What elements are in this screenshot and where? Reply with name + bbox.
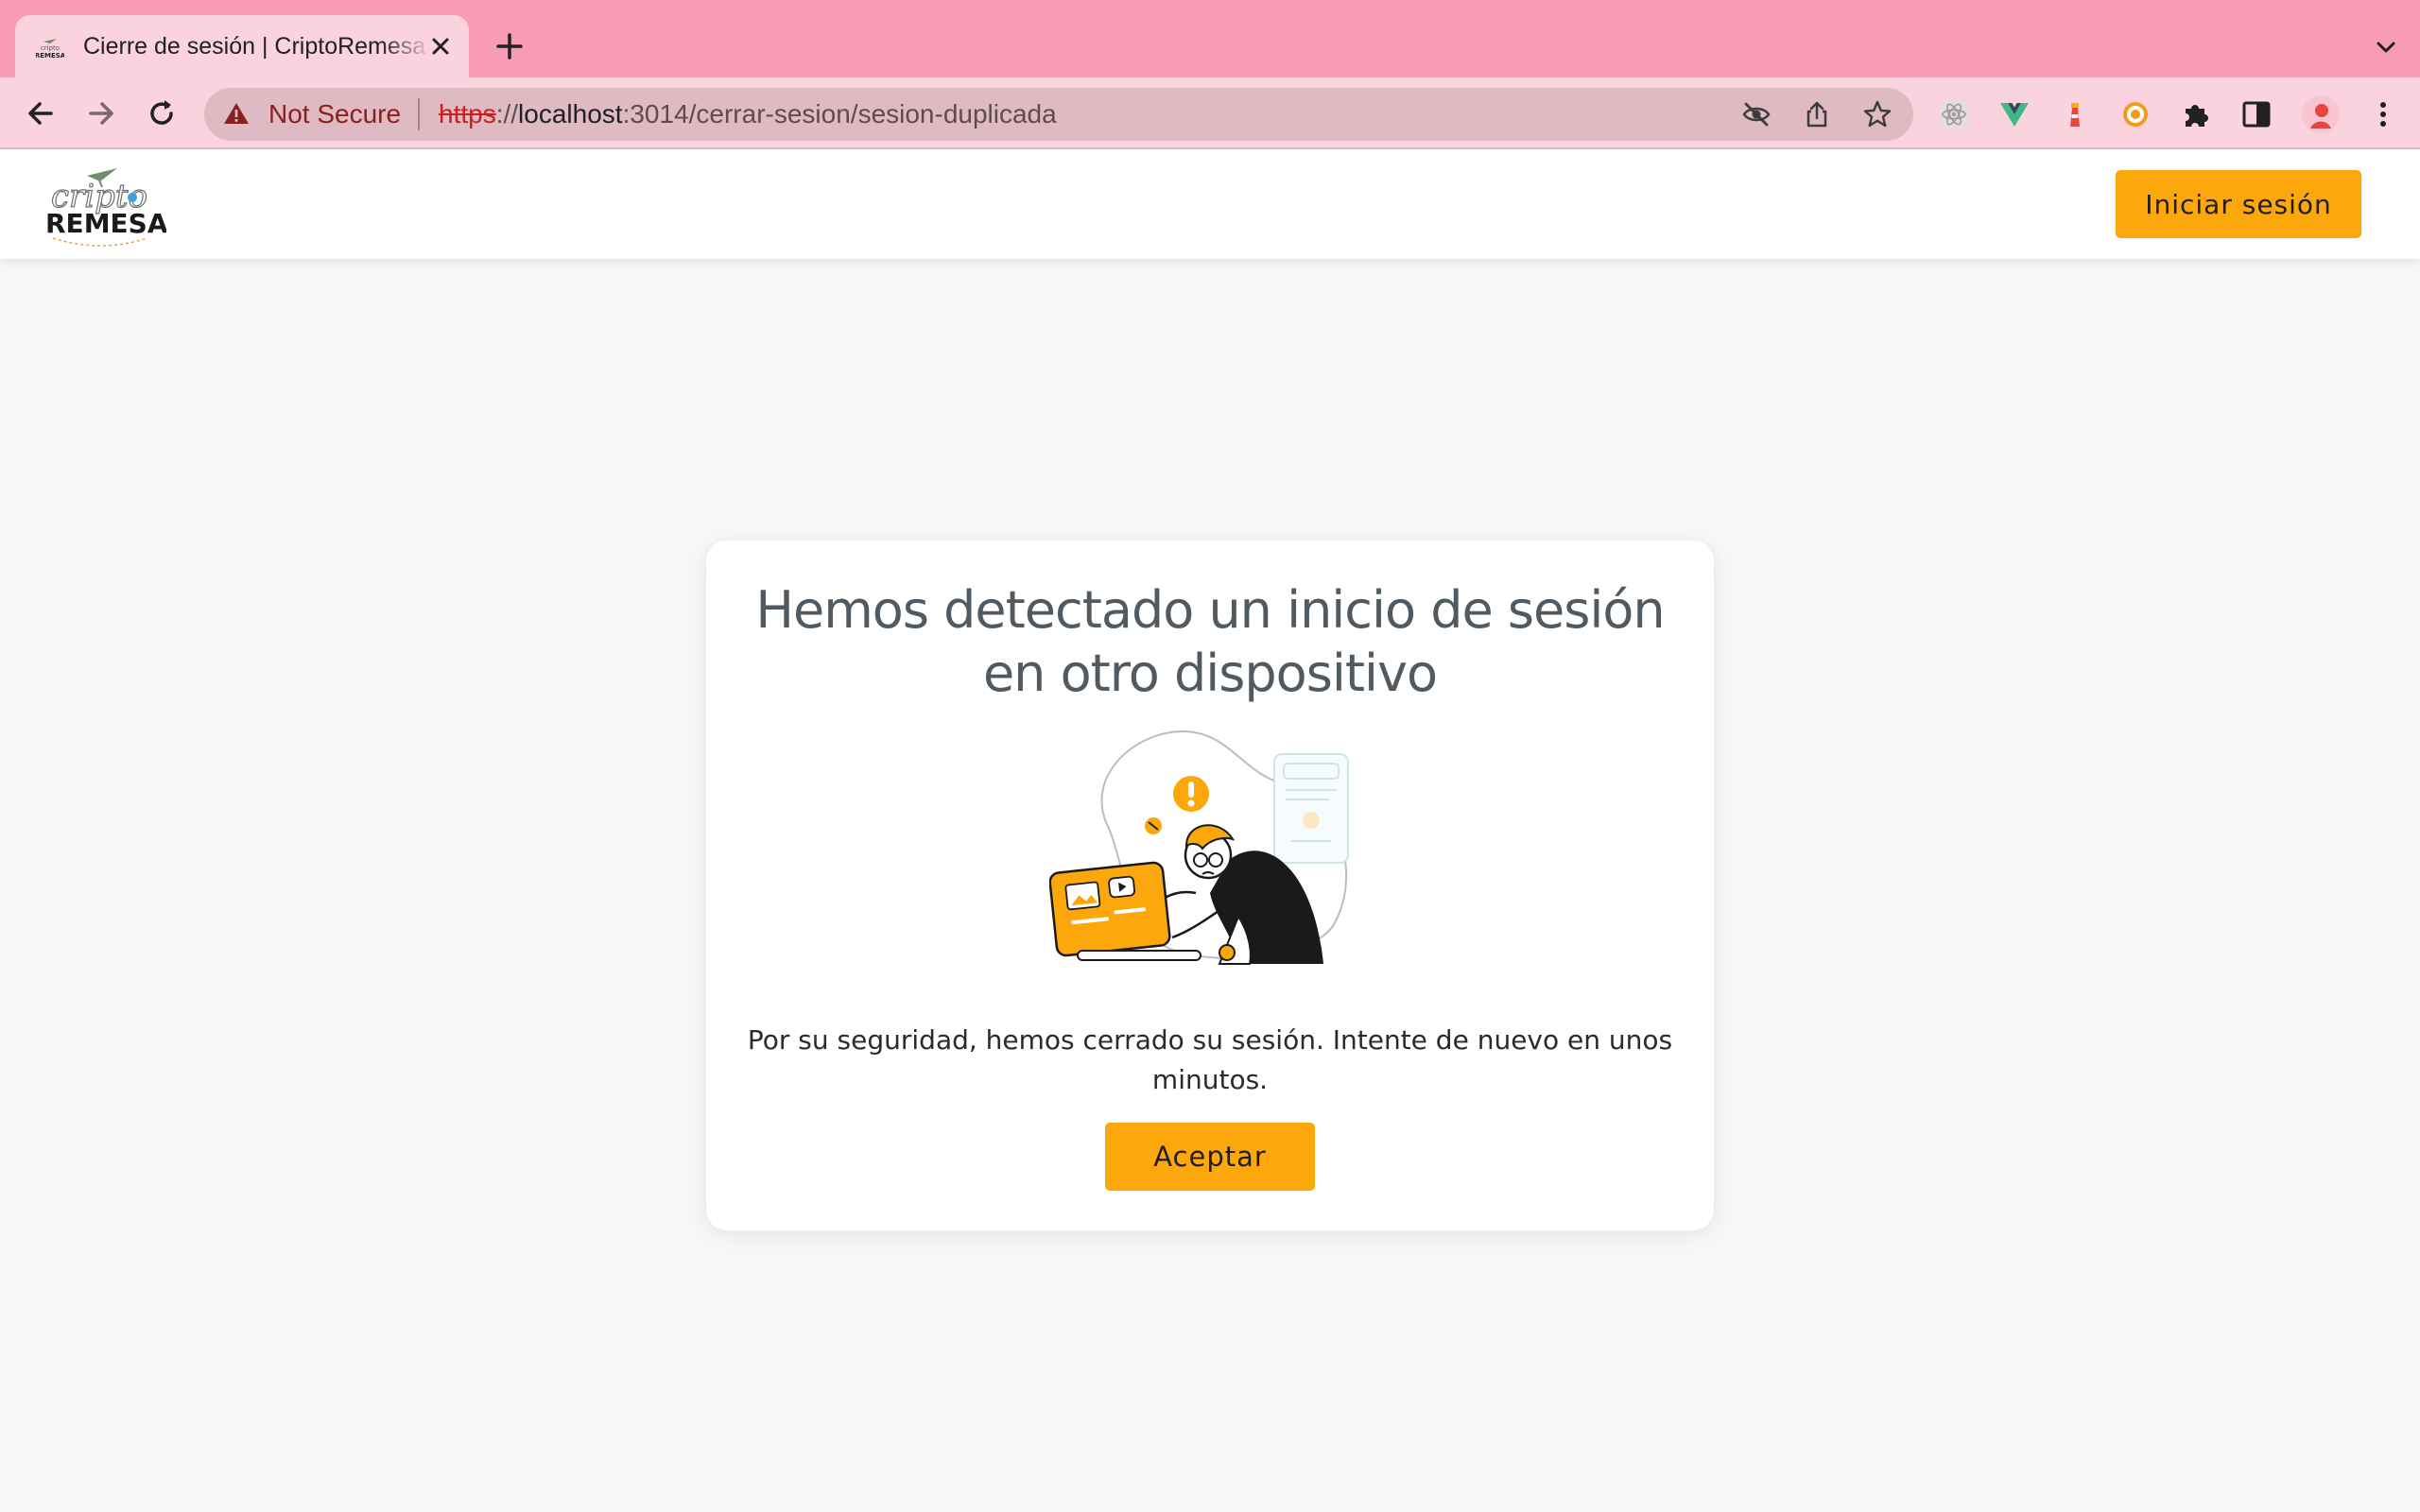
browser-toolbar: Not Secure https://localhost:3014/cerrar… — [0, 77, 2420, 149]
svg-text:REMESA: REMESA — [36, 52, 64, 60]
app-header: cripto REMESA Iniciar sesión — [0, 149, 2420, 259]
share-icon[interactable] — [1802, 99, 1832, 129]
url-text[interactable]: https://localhost:3014/cerrar-sesion/ses… — [439, 99, 1057, 129]
card-title-line-1: Hemos detectado un inicio de sesión — [755, 580, 1665, 640]
warning-icon[interactable] — [223, 101, 250, 126]
url-path: :3014/cerrar-sesion/sesion-duplicada — [622, 99, 1057, 129]
url-separator: :// — [495, 99, 519, 129]
back-icon[interactable] — [23, 95, 59, 131]
menu-dots-icon[interactable] — [2367, 98, 2399, 130]
svg-text:cripto: cripto — [41, 44, 60, 52]
logo-word-bottom: REMESA — [45, 208, 166, 239]
profile-avatar[interactable] — [2301, 94, 2341, 134]
favicon-icon: cripto REMESA — [36, 39, 64, 60]
vue-devtools-icon[interactable] — [1998, 98, 2031, 130]
chevron-down-icon[interactable] — [2373, 34, 2399, 60]
duplicate-session-illustration — [1049, 730, 1349, 965]
login-button[interactable]: Iniciar sesión — [2116, 170, 2361, 238]
lighthouse-icon[interactable] — [2059, 98, 2091, 130]
omnibox-divider — [418, 98, 420, 130]
extension-target-icon[interactable] — [2119, 98, 2152, 130]
reload-icon[interactable] — [144, 95, 180, 131]
browser-tabstrip: cripto REMESA Cierre de sesión | CriptoR… — [0, 0, 2420, 77]
security-label[interactable]: Not Secure — [268, 99, 401, 129]
url-scheme: https — [439, 99, 496, 129]
star-icon[interactable] — [1862, 99, 1893, 129]
browser-tab[interactable]: cripto REMESA Cierre de sesión | CriptoR… — [15, 15, 469, 77]
card-title-line-2: en otro dispositivo — [982, 644, 1438, 703]
react-devtools-icon[interactable] — [1938, 98, 1970, 130]
close-icon[interactable] — [425, 31, 456, 61]
accept-button[interactable]: Aceptar — [1105, 1123, 1315, 1191]
puzzle-icon[interactable] — [2180, 98, 2212, 130]
url-host: localhost — [518, 99, 623, 129]
criptoremesa-logo[interactable]: cripto REMESA — [43, 159, 166, 249]
card-message-line-2: minutos. — [1151, 1064, 1269, 1095]
card-title: Hemos detectado un inicio de sesión en o… — [725, 578, 1695, 705]
tab-title: Cierre de sesión | CriptoRemesa — [83, 33, 426, 60]
address-bar[interactable]: Not Secure https://localhost:3014/cerrar… — [204, 88, 1913, 141]
card-message: Por su seguridad, hemos cerrado su sesió… — [735, 1021, 1685, 1100]
card-message-line-1: Por su seguridad, hemos cerrado su sesió… — [747, 1024, 1673, 1056]
eye-off-icon[interactable] — [1741, 99, 1772, 129]
side-panel-icon[interactable] — [2240, 98, 2273, 130]
new-tab-icon[interactable] — [493, 30, 526, 62]
forward-icon[interactable] — [83, 95, 119, 131]
page-content: cripto REMESA Iniciar sesión Hemos detec… — [0, 149, 2420, 1512]
